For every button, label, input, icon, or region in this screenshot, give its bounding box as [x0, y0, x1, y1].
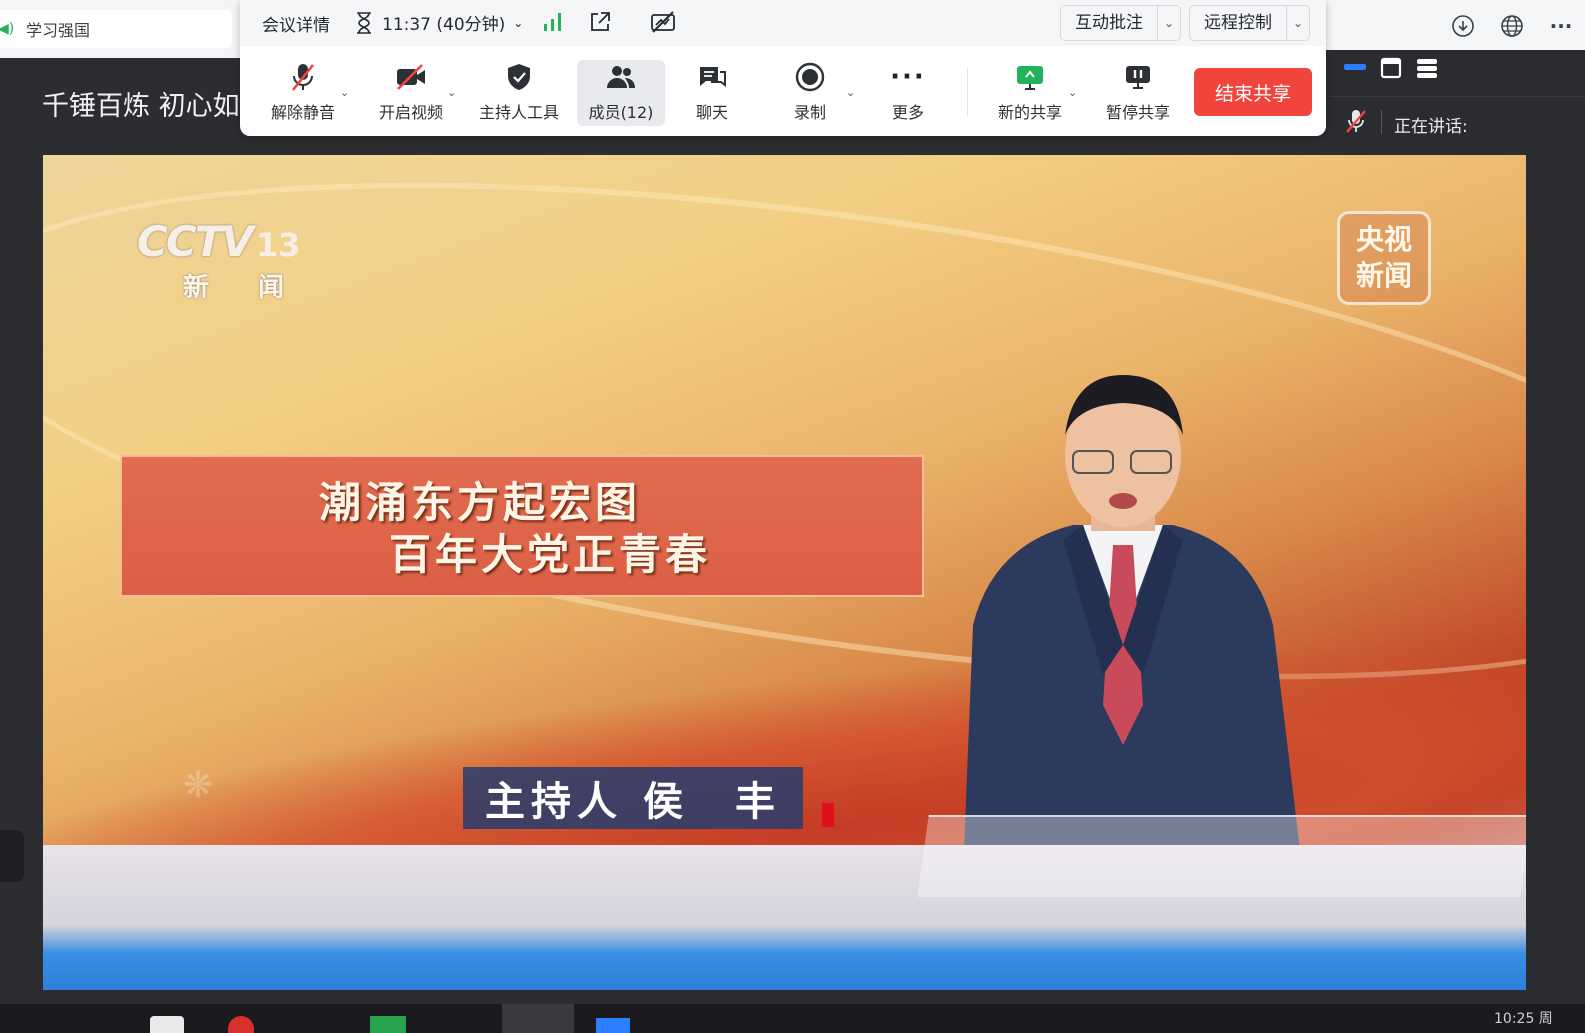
- news-badge: 央视新闻: [1337, 211, 1431, 305]
- chevron-down-icon[interactable]: ⌄: [1068, 86, 1077, 99]
- hourglass-icon: [357, 11, 371, 34]
- download-icon[interactable]: [1450, 13, 1476, 39]
- taskbar-app-icon[interactable]: [370, 1016, 406, 1033]
- chevron-down-icon[interactable]: ⌄: [1158, 16, 1180, 30]
- minimize-icon[interactable]: [1344, 64, 1366, 70]
- remote-control-split-button[interactable]: 远程控制 ⌄: [1189, 5, 1310, 41]
- presenter-caption: 主持人 侯 丰: [463, 767, 803, 829]
- pause-share-button[interactable]: 暂停共享: [1100, 60, 1176, 126]
- host-tools-label: 主持人工具: [478, 103, 559, 122]
- window-icon[interactable]: [1380, 57, 1402, 83]
- end-share-button[interactable]: 结束共享: [1194, 68, 1312, 116]
- toolbar-divider: [967, 68, 968, 116]
- members-button[interactable]: 成员(12): [577, 60, 665, 126]
- faded-watermark: ❋: [183, 765, 214, 806]
- chevron-down-icon: ⌄: [513, 15, 524, 30]
- browser-tab-strip: ◀) 学习强国: [0, 0, 240, 58]
- more-icon[interactable]: ···: [1548, 13, 1574, 39]
- new-share-label: 新的共享: [997, 103, 1062, 122]
- speaker-icon: ◀): [0, 21, 15, 37]
- signal-icon[interactable]: [542, 12, 564, 36]
- channel-sub: 新 闻: [183, 273, 305, 303]
- chevron-down-icon[interactable]: ⌄: [340, 86, 349, 99]
- start-video-button[interactable]: 开启视频: [370, 60, 452, 126]
- browser-tab-title: 学习强国: [26, 21, 91, 40]
- shared-video: CCTV 13 新 闻 央视新闻 潮涌东方起宏图 百年大党正青春 ❋ 主持人 侯 …: [43, 155, 1526, 990]
- start-video-label: 开启视频: [378, 103, 443, 122]
- muted-mic-icon: [289, 60, 317, 94]
- taskbar-app-icon[interactable]: [228, 1016, 254, 1033]
- members-icon: [605, 60, 637, 94]
- pause-share-icon: [1123, 60, 1153, 94]
- taskbar-active-app[interactable]: [502, 1004, 574, 1033]
- pause-share-label: 暂停共享: [1105, 103, 1170, 122]
- browser-tab[interactable]: ◀) 学习强国: [0, 10, 232, 48]
- record-label: 录制: [793, 103, 826, 122]
- browser-right-controls: ···: [1326, 0, 1585, 50]
- taskbar: [0, 1004, 1585, 1033]
- more-label: 更多: [891, 103, 924, 122]
- record-button[interactable]: 录制: [776, 60, 844, 126]
- divider: [1381, 110, 1382, 134]
- chat-icon: [697, 60, 727, 94]
- channel-number: 13: [255, 226, 301, 264]
- unmute-label: 解除静音: [270, 103, 335, 122]
- muted-mic-icon: [1344, 108, 1368, 138]
- channel-logo-text: CCTV: [137, 217, 254, 266]
- annotate-button[interactable]: 互动批注: [1061, 6, 1158, 40]
- list-view-icon[interactable]: [1416, 57, 1438, 83]
- headline-line-2: 百年大党正青春: [388, 530, 711, 579]
- host-tools-button[interactable]: 主持人工具: [476, 60, 562, 126]
- meeting-details-button[interactable]: 会议详情: [262, 11, 330, 36]
- video-off-icon: [395, 60, 427, 94]
- meeting-timer[interactable]: 11:37 (40分钟) ⌄: [354, 10, 523, 35]
- chat-label: 聊天: [695, 103, 728, 122]
- cctv-logo: CCTV 13: [137, 217, 300, 266]
- speaking-label: 正在讲话:: [1394, 117, 1468, 137]
- headline: 潮涌东方起宏图 百年大党正青春: [120, 477, 920, 581]
- annotate-split-button[interactable]: 互动批注 ⌄: [1060, 5, 1181, 41]
- recording-off-icon[interactable]: [650, 10, 676, 38]
- taskbar-app-icon[interactable]: [596, 1018, 630, 1033]
- badge-text: 央视新闻: [1355, 223, 1412, 292]
- shield-icon: [506, 60, 532, 94]
- meeting-toolbar: 会议详情 11:37 (40分钟) ⌄ 互动批注 ⌄ 远程控制 ⌄ 解除静音 ⌄…: [240, 0, 1326, 136]
- chevron-down-icon[interactable]: ⌄: [1287, 16, 1309, 30]
- side-handle[interactable]: [0, 830, 24, 882]
- new-share-button[interactable]: 新的共享: [992, 60, 1068, 126]
- presenter-figure: [963, 375, 1303, 875]
- globe-icon[interactable]: [1499, 13, 1525, 39]
- remote-control-button[interactable]: 远程控制: [1190, 6, 1287, 40]
- unmute-button[interactable]: 解除静音: [262, 60, 344, 126]
- record-icon: [795, 60, 825, 94]
- page-title: 千锤百炼 初心如: [42, 91, 240, 122]
- panel-header: [1330, 50, 1585, 97]
- screen-share-icon: [1014, 60, 1046, 94]
- more-icon: ···: [890, 62, 926, 92]
- members-label: 成员(12): [588, 103, 654, 122]
- chevron-down-icon[interactable]: ⌄: [846, 86, 855, 99]
- chat-button[interactable]: 聊天: [676, 60, 748, 126]
- share-out-icon[interactable]: [588, 10, 612, 38]
- taskbar-app-icon[interactable]: [150, 1016, 184, 1033]
- taskbar-clock: 10:25 周: [1494, 1011, 1553, 1027]
- studio-desk: [917, 815, 1526, 897]
- caption-red-mark: [822, 803, 834, 827]
- chevron-down-icon[interactable]: ⌄: [447, 86, 456, 99]
- timer-text: 11:37 (40分钟): [382, 15, 506, 35]
- headline-line-1: 潮涌东方起宏图: [318, 478, 641, 527]
- more-button[interactable]: ··· 更多: [874, 60, 942, 126]
